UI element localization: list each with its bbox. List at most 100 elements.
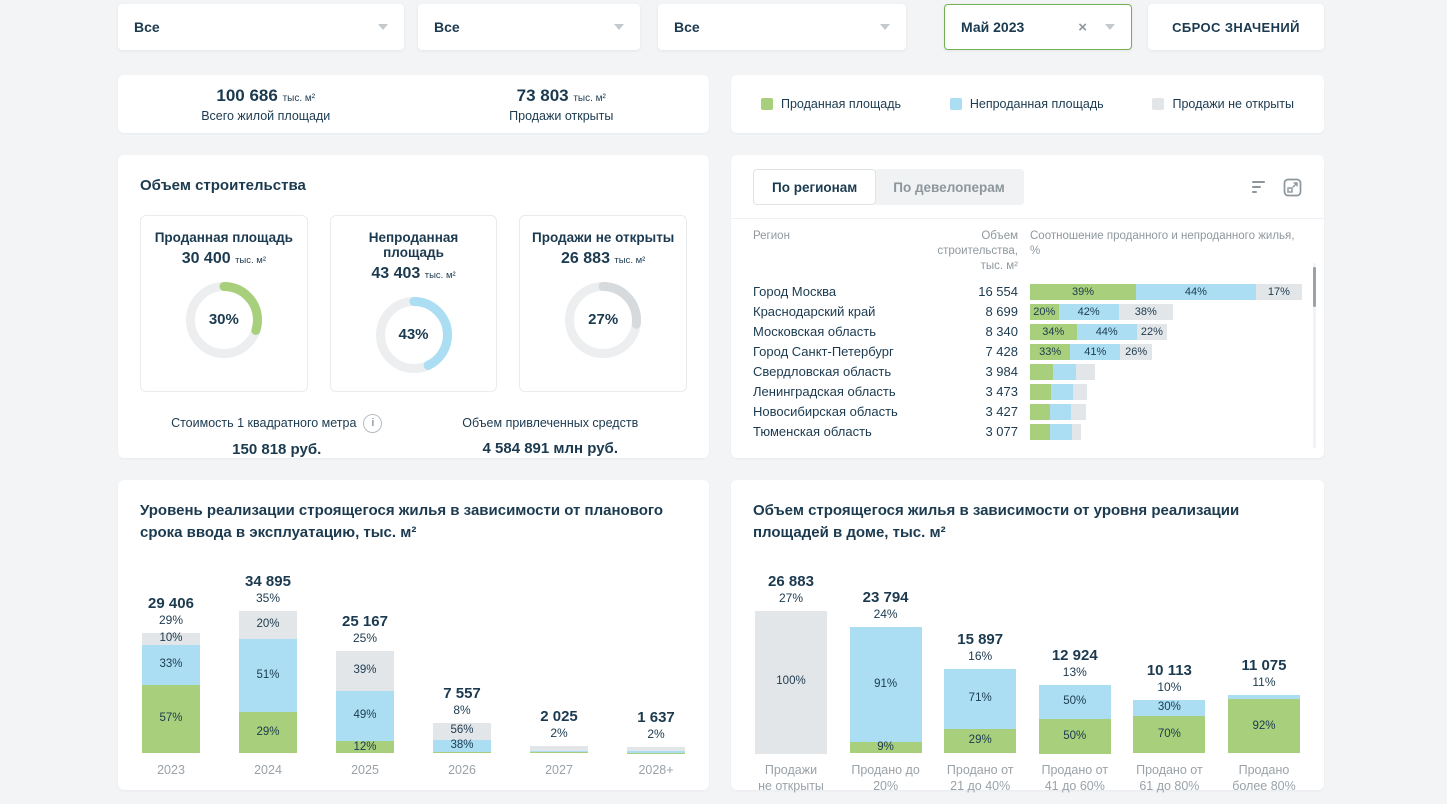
bar-share-label: 29% xyxy=(159,613,183,627)
expand-icon[interactable] xyxy=(1283,178,1302,197)
table-row[interactable]: Краснодарский край8 69920%42%38% xyxy=(753,302,1302,322)
bar-share-label: 27% xyxy=(779,591,803,605)
region-volume: 16 554 xyxy=(923,284,1018,299)
bar-total-label: 15 897 xyxy=(957,631,1003,648)
sort-icon[interactable] xyxy=(1252,181,1265,193)
tile-number: 43 403 xyxy=(371,265,424,282)
tile-number: 26 883 xyxy=(561,250,614,267)
category-label: 2027 xyxy=(545,762,573,779)
bar-segment: 42% xyxy=(1059,304,1119,320)
bar-share-label: 2% xyxy=(550,726,567,740)
scrollbar-thumb[interactable] xyxy=(1313,267,1316,307)
stacked-bar: 56%38% xyxy=(433,723,491,754)
legend-swatch xyxy=(761,98,773,110)
region-ratio-cell: 34%44%22% xyxy=(1018,324,1302,340)
bar-share-label: 11% xyxy=(1252,675,1275,689)
tile-number: 30 400 xyxy=(182,250,235,267)
region-volume: 3 077 xyxy=(923,424,1018,439)
bar-segment: 38% xyxy=(1119,304,1173,320)
reset-filters-button[interactable]: СБРОС ЗНАЧЕНИЙ xyxy=(1148,4,1324,50)
bar-segment: 49% xyxy=(336,691,394,741)
region-stacked-bar: 34%44%22% xyxy=(1030,324,1167,340)
table-row[interactable]: Свердловская область3 984 xyxy=(753,362,1302,382)
col-header-volume: Объем строительства,тыс. м² xyxy=(923,229,1018,274)
region-ratio-cell xyxy=(1018,384,1302,400)
donut-percent-label: 27% xyxy=(563,280,643,360)
tile-unit: тыс. м² xyxy=(614,255,645,266)
filter-select-2-value: Все xyxy=(434,19,604,35)
bar-share-label: 13% xyxy=(1063,665,1087,679)
table-row[interactable]: Московская область8 34034%44%22% xyxy=(753,322,1302,342)
bar-segment: 38% xyxy=(433,740,491,752)
bar-share-label: 25% xyxy=(353,631,377,645)
chevron-down-icon xyxy=(880,24,890,30)
bar-segment xyxy=(627,753,685,754)
donut-percent-label: 30% xyxy=(184,280,264,360)
footnote-value: 150 818 руб. xyxy=(140,441,414,458)
bar-total-label: 25 167 xyxy=(342,613,388,630)
regions-tabs: По регионам По девелоперам xyxy=(731,155,1324,205)
clear-icon[interactable]: × xyxy=(1070,19,1095,36)
donut-chart: 30% xyxy=(184,280,264,360)
filter-select-3[interactable]: Все xyxy=(658,4,906,50)
bar-segment xyxy=(1072,424,1081,440)
tab-by-developers[interactable]: По девелоперам xyxy=(874,169,1023,205)
dashboard-page: Все Все Все Май 2023 × СБРОС ЗНАЧЕНИЙ 10… xyxy=(0,0,1447,804)
bar-segment: 29% xyxy=(239,712,297,753)
construction-title: Объем строительства xyxy=(118,155,709,197)
bar-segment: 33% xyxy=(1030,344,1070,360)
bar-segment: 71% xyxy=(944,669,1016,729)
bar-share-label: 24% xyxy=(874,607,898,621)
chart-column: 12 92413%50%50%Продано от 41 до 60% xyxy=(1039,552,1111,796)
stacked-bar: 50%50% xyxy=(1039,685,1111,754)
bar-segment: 17% xyxy=(1256,284,1302,300)
category-label: 2026 xyxy=(448,762,476,779)
region-name: Краснодарский край xyxy=(753,304,923,319)
category-label: Продано от 21 до 40% xyxy=(947,762,1014,796)
region-stacked-bar xyxy=(1030,364,1095,380)
filter-select-1[interactable]: Все xyxy=(118,4,404,50)
table-row[interactable]: Новосибирская область3 427 xyxy=(753,402,1302,422)
footnote-text: Стоимость 1 квадратного метра xyxy=(171,416,356,430)
table-row[interactable]: Ленинградская область3 473 xyxy=(753,382,1302,402)
chart-column: 34 89535%20%51%29%2024 xyxy=(239,552,297,779)
region-name: Свердловская область xyxy=(753,364,923,379)
stacked-bar: 20%51%29% xyxy=(239,611,297,754)
table-row[interactable]: Тюменская область3 077 xyxy=(753,422,1302,442)
filter-select-2[interactable]: Все xyxy=(418,4,640,50)
bar-segment: 34% xyxy=(1030,324,1077,340)
chart-column: 10 11310%30%70%Продано от 61 до 80% xyxy=(1133,552,1205,796)
bar-segment: 44% xyxy=(1077,324,1137,340)
summary-stats-card: 100 686 тыс. м²Всего жилой площади73 803… xyxy=(118,75,709,133)
stacked-bar xyxy=(627,747,685,754)
legend-label: Непроданная площадь xyxy=(970,97,1104,111)
bar-segment: 70% xyxy=(1133,716,1205,754)
filter-period-select[interactable]: Май 2023 × xyxy=(944,4,1132,50)
tab-by-regions[interactable]: По регионам xyxy=(753,169,876,205)
region-ratio-cell xyxy=(1018,424,1302,440)
info-icon[interactable]: i xyxy=(363,414,382,433)
bar-total-label: 2 025 xyxy=(540,708,578,725)
bar-segment: 9% xyxy=(850,742,922,753)
stacked-bar: 71%29% xyxy=(944,669,1016,754)
bar-segment xyxy=(1051,384,1073,400)
construction-tile: Продажи не открыты26 883 тыс. м²27% xyxy=(519,215,687,392)
bar-segment xyxy=(1030,404,1050,420)
category-label: Продано от 61 до 80% xyxy=(1136,762,1203,796)
chart-column: 26 88327%100%Продажи не открыты xyxy=(755,552,827,796)
bar-segment xyxy=(530,752,588,753)
deadline-chart-card: Уровень реализации строящегося жилья в з… xyxy=(118,480,709,790)
table-row[interactable]: Город Москва16 55439%44%17% xyxy=(753,282,1302,302)
bar-share-label: 10% xyxy=(1157,680,1181,694)
col-header-region: Регион xyxy=(753,229,923,274)
tile-value: 30 400 тыс. м² xyxy=(147,250,301,268)
tile-value: 26 883 тыс. м² xyxy=(526,250,680,268)
bar-segment xyxy=(1073,384,1087,400)
region-volume: 3 427 xyxy=(923,404,1018,419)
bar-share-label: 35% xyxy=(256,591,280,605)
bar-segment: 50% xyxy=(1039,685,1111,720)
bar-total-label: 26 883 xyxy=(768,573,814,590)
chevron-down-icon xyxy=(614,24,624,30)
chart-column: 1 6372%2028+ xyxy=(627,552,685,779)
table-row[interactable]: Город Санкт-Петербург7 42833%41%26% xyxy=(753,342,1302,362)
